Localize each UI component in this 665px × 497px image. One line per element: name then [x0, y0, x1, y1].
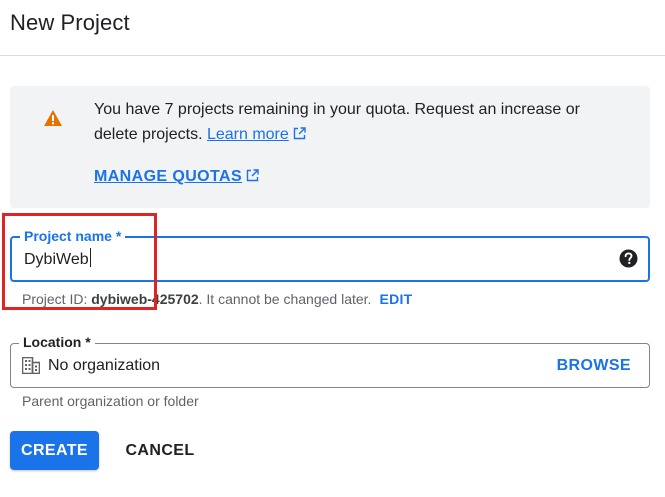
cancel-button[interactable]: CANCEL	[118, 431, 202, 470]
browse-button[interactable]: BROWSE	[557, 356, 631, 376]
warning-icon	[44, 110, 62, 126]
external-link-icon	[246, 169, 259, 182]
new-project-page: New Project You have 7 projects remainin…	[0, 0, 665, 497]
help-icon[interactable]	[619, 249, 638, 268]
location-label: Location *	[19, 333, 95, 351]
project-id-value: dybiweb-425702	[91, 291, 199, 307]
quota-message: You have 7 projects remaining in your qu…	[94, 101, 580, 143]
learn-more-link[interactable]: Learn more	[207, 126, 289, 143]
create-button[interactable]: CREATE	[10, 431, 99, 470]
location-value: No organization	[48, 357, 161, 374]
header-divider	[0, 55, 665, 56]
edit-project-id-button[interactable]: EDIT	[379, 291, 412, 307]
project-id-info: Project ID: dybiweb-425702. It cannot be…	[22, 290, 413, 308]
project-name-field[interactable]: Project name * DybiWeb	[10, 227, 650, 282]
project-name-label: Project name *	[20, 227, 126, 245]
quota-notice: You have 7 projects remaining in your qu…	[10, 86, 650, 208]
location-field[interactable]: Location * No organization BROWSE	[10, 333, 650, 388]
text-caret	[89, 248, 91, 267]
building-icon	[22, 357, 40, 374]
project-id-prefix: Project ID:	[22, 291, 92, 307]
page-title: New Project	[10, 10, 130, 35]
quota-notice-text: You have 7 projects remaining in your qu…	[94, 97, 614, 147]
location-hint: Parent organization or folder	[22, 393, 199, 409]
project-id-suffix: . It cannot be changed later.	[198, 291, 372, 307]
external-link-icon	[293, 127, 306, 140]
project-name-input[interactable]: DybiWeb	[24, 248, 91, 271]
manage-quotas-link[interactable]: MANAGE QUOTAS	[94, 168, 259, 186]
